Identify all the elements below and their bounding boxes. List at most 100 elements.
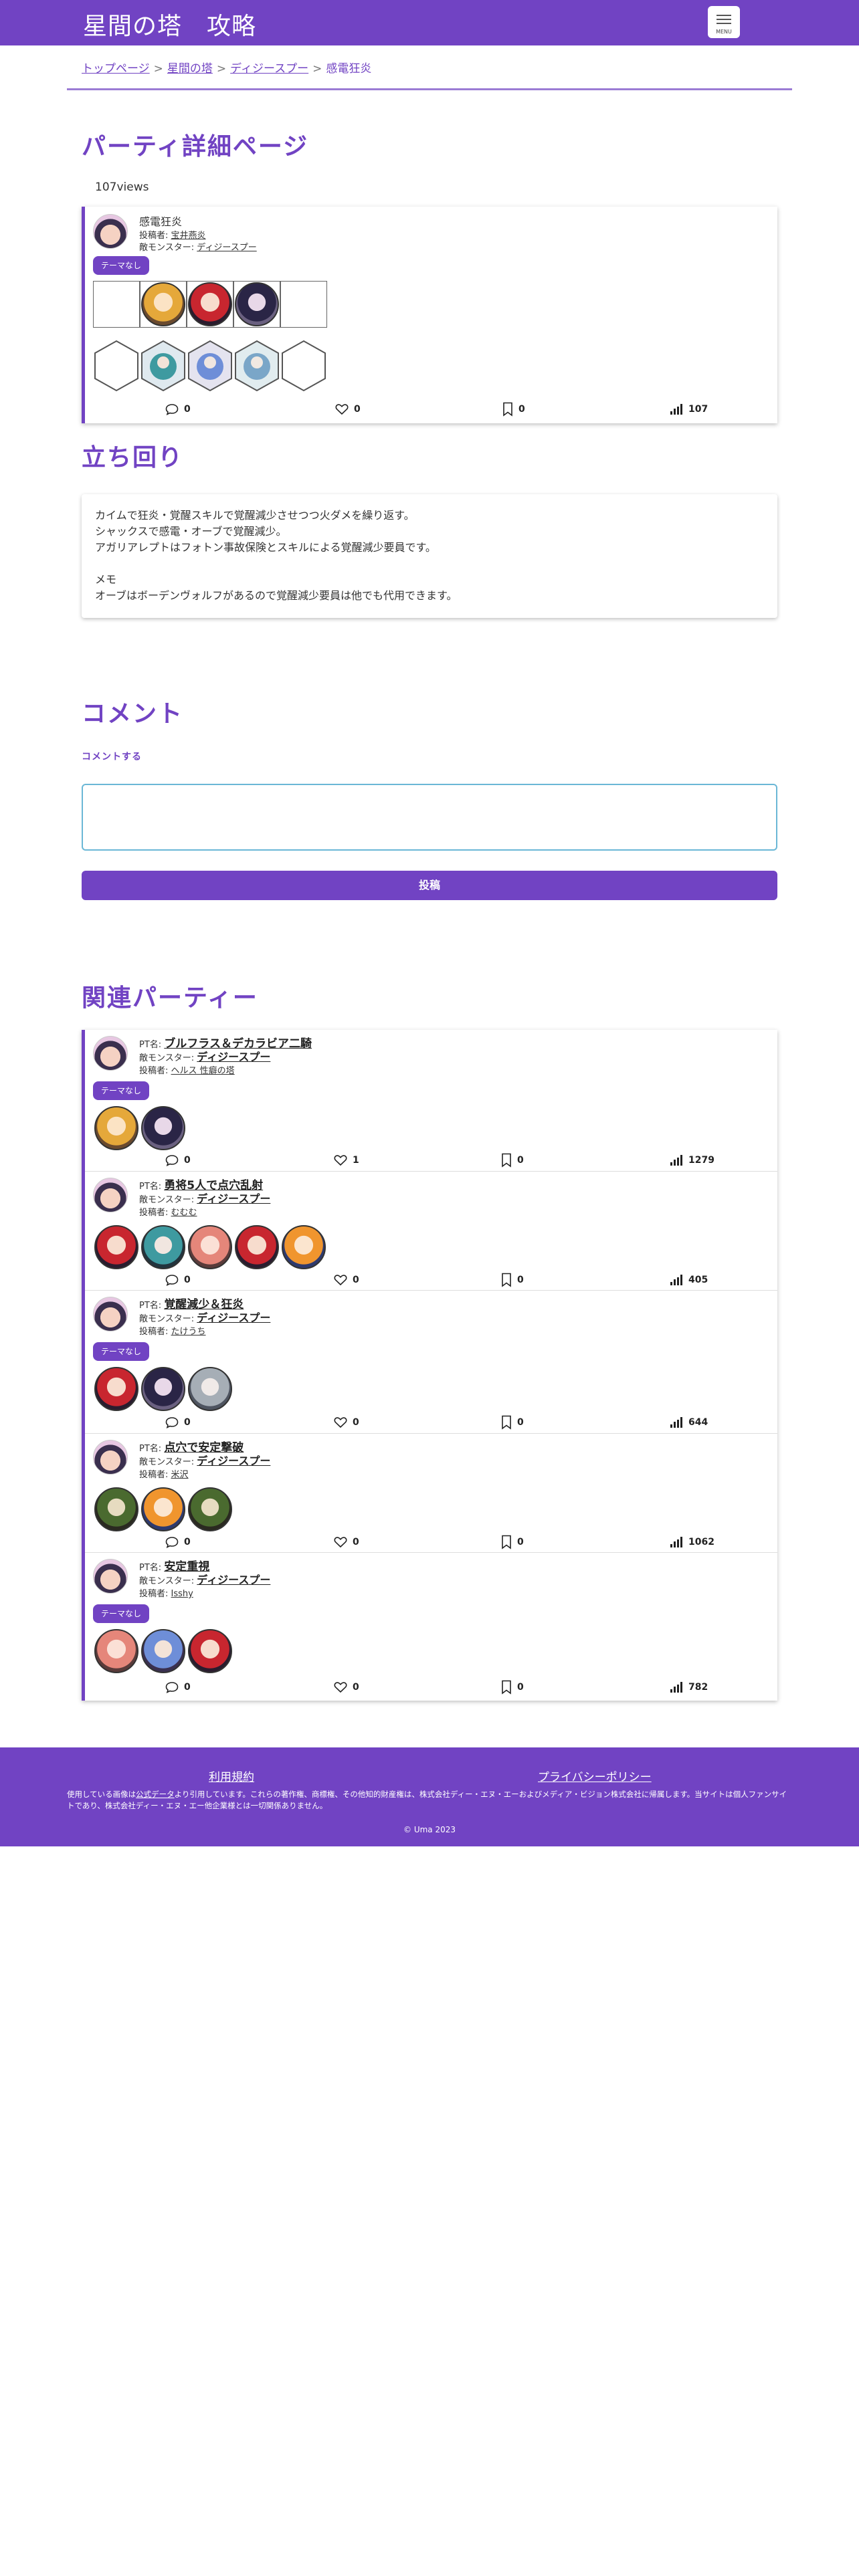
submit-comment-button[interactable]: 投稿 <box>82 871 777 900</box>
avatar <box>93 1559 128 1594</box>
theme-badge[interactable]: テーマなし <box>93 1342 150 1361</box>
monster-icon[interactable] <box>94 1225 138 1269</box>
empty-slot <box>280 281 327 328</box>
theme-badge[interactable]: テーマなし <box>93 1081 150 1100</box>
comment-icon <box>165 404 179 415</box>
privacy-link[interactable]: プライバシーポリシー <box>538 1767 652 1784</box>
strategy-line <box>95 556 764 572</box>
bookmark-stat[interactable]: 0 <box>501 1415 524 1430</box>
comment-stat[interactable]: 0 <box>165 403 191 415</box>
enemy-link[interactable]: ディジースプー <box>197 1574 270 1586</box>
avatar <box>93 1440 128 1475</box>
like-stat[interactable]: 0 <box>334 1274 359 1286</box>
party-enemy: 敵モンスター: ディジースプー <box>139 1051 271 1063</box>
monster-icon[interactable] <box>141 1225 185 1269</box>
comment-stat[interactable]: 0 <box>165 1416 191 1428</box>
comment-stat[interactable]: 0 <box>165 1681 191 1693</box>
monster-icon[interactable] <box>94 1487 138 1531</box>
like-stat[interactable]: 0 <box>334 1681 359 1693</box>
monster-icon[interactable] <box>188 1487 232 1531</box>
bar-chart-icon <box>670 1417 682 1428</box>
enemy-link[interactable]: ディジースプー <box>197 1192 270 1205</box>
orb-icon[interactable] <box>233 340 280 392</box>
views-count: 107 <box>688 404 708 415</box>
theme-badge[interactable]: テーマなし <box>93 1604 150 1623</box>
bookmark-stat[interactable]: 0 <box>502 402 525 417</box>
like-stat[interactable]: 0 <box>334 1536 359 1548</box>
monster-icon[interactable] <box>188 1629 232 1673</box>
monster-icon[interactable] <box>141 1487 185 1531</box>
like-stat[interactable]: 0 <box>335 403 361 415</box>
list-item[interactable]: PT名: ブルフラス＆デカラビア二騎 敵モンスター: ディジースプー 投稿者: … <box>85 1030 777 1172</box>
chevron-right-icon: > <box>216 62 227 76</box>
strategy-line: カイムで狂炎・覚醒スキルで覚醒減少させつつ火ダメを繰り返す。 <box>95 509 415 522</box>
bookmark-icon <box>502 1153 511 1168</box>
poster-link[interactable]: 米沢 <box>171 1470 189 1480</box>
breadcrumb-enemy[interactable]: ディジースプー <box>230 62 308 76</box>
poster-link[interactable]: ヘルス 性癖の塔 <box>171 1066 235 1076</box>
monster-icon[interactable] <box>94 1106 138 1150</box>
monster-icon[interactable] <box>141 1106 185 1150</box>
breadcrumb-tower[interactable]: 星間の塔 <box>167 62 213 76</box>
views-stat: 107 <box>670 403 708 415</box>
enemy-link[interactable]: ディジースプー <box>197 243 256 253</box>
monster-icon[interactable] <box>94 1629 138 1673</box>
party-enemy: 敵モンスター: ディジースプー <box>139 240 257 253</box>
poster-link[interactable]: たけうち <box>171 1327 206 1337</box>
monster-icon[interactable] <box>188 1225 232 1269</box>
official-data-link[interactable]: 公式データ <box>136 1790 175 1799</box>
bookmark-stat[interactable]: 0 <box>501 1273 524 1287</box>
poster-link[interactable]: Isshy <box>171 1589 193 1599</box>
monster-icon[interactable] <box>188 1367 232 1411</box>
add-comment-link[interactable]: コメントする <box>82 750 142 763</box>
footer-disclaimer: 使用している画像は公式データより引用しています。これらの著作権、商標権、その他知… <box>67 1790 787 1810</box>
list-item[interactable]: PT名: 安定重視 敵モンスター: ディジースプー 投稿者: Isshy テーマ… <box>85 1553 777 1701</box>
comment-stat[interactable]: 0 <box>165 1274 191 1286</box>
bookmark-stat[interactable]: 0 <box>501 1680 524 1695</box>
comment-textarea[interactable] <box>82 784 777 851</box>
monster-icon[interactable] <box>282 1225 326 1269</box>
party-poster: 投稿者: むむむ <box>139 1208 197 1218</box>
enemy-link[interactable]: ディジースプー <box>197 1455 270 1467</box>
list-item[interactable]: PT名: 勇将5人で点穴乱射 敵モンスター: ディジースプー 投稿者: むむむ … <box>85 1172 777 1291</box>
poster-link[interactable]: むむむ <box>171 1208 197 1218</box>
party-enemy: 敵モンスター: ディジースプー <box>139 1192 271 1205</box>
breadcrumb-top[interactable]: トップページ <box>82 62 150 76</box>
theme-badge[interactable]: テーマなし <box>93 256 150 275</box>
breadcrumb-current: 感電狂炎 <box>326 62 372 76</box>
views-stat: 405 <box>670 1274 708 1286</box>
like-stat[interactable]: 1 <box>334 1154 359 1166</box>
monster-icon[interactable] <box>141 1367 185 1411</box>
avatar <box>93 1178 128 1212</box>
monster-icon[interactable] <box>94 1367 138 1411</box>
monster-slot[interactable] <box>187 281 233 328</box>
monster-slot[interactable] <box>140 281 187 328</box>
terms-link[interactable]: 利用規約 <box>209 1767 254 1784</box>
monster-icon <box>235 282 279 326</box>
heart-icon <box>334 1417 347 1428</box>
bookmark-stat[interactable]: 0 <box>501 1535 524 1549</box>
heart-icon <box>335 404 349 415</box>
like-stat[interactable]: 0 <box>334 1416 359 1428</box>
enemy-link[interactable]: ディジースプー <box>197 1311 270 1324</box>
monster-icon[interactable] <box>235 1225 279 1269</box>
strategy-box: カイムで狂炎・覚醒スキルで覚醒減少させつつ火ダメを繰り返す。 シャックスで感電・… <box>82 494 777 618</box>
heart-icon <box>334 1682 347 1693</box>
orb-icon[interactable] <box>187 340 233 392</box>
orb-icon[interactable] <box>140 340 187 392</box>
comment-count: 0 <box>184 404 191 415</box>
bookmark-stat[interactable]: 0 <box>501 1153 524 1168</box>
bookmark-icon <box>502 1415 511 1430</box>
monster-slot[interactable] <box>233 281 280 328</box>
menu-button[interactable]: MENU <box>708 6 740 38</box>
site-title[interactable]: 星間の塔 攻略 <box>83 7 256 41</box>
avatar <box>93 1036 128 1071</box>
comment-stat[interactable]: 0 <box>165 1536 191 1548</box>
comment-stat[interactable]: 0 <box>165 1154 191 1166</box>
list-item[interactable]: PT名: 覚醒減少＆狂炎 敵モンスター: ディジースプー 投稿者: たけうち テ… <box>85 1291 777 1434</box>
poster-link[interactable]: 宝井燕炎 <box>171 231 206 241</box>
heart-icon <box>334 1537 347 1548</box>
enemy-link[interactable]: ディジースプー <box>197 1051 270 1063</box>
monster-icon[interactable] <box>141 1629 185 1673</box>
list-item[interactable]: PT名: 点穴で安定撃破 敵モンスター: ディジースプー 投稿者: 米沢 0 0… <box>85 1434 777 1553</box>
